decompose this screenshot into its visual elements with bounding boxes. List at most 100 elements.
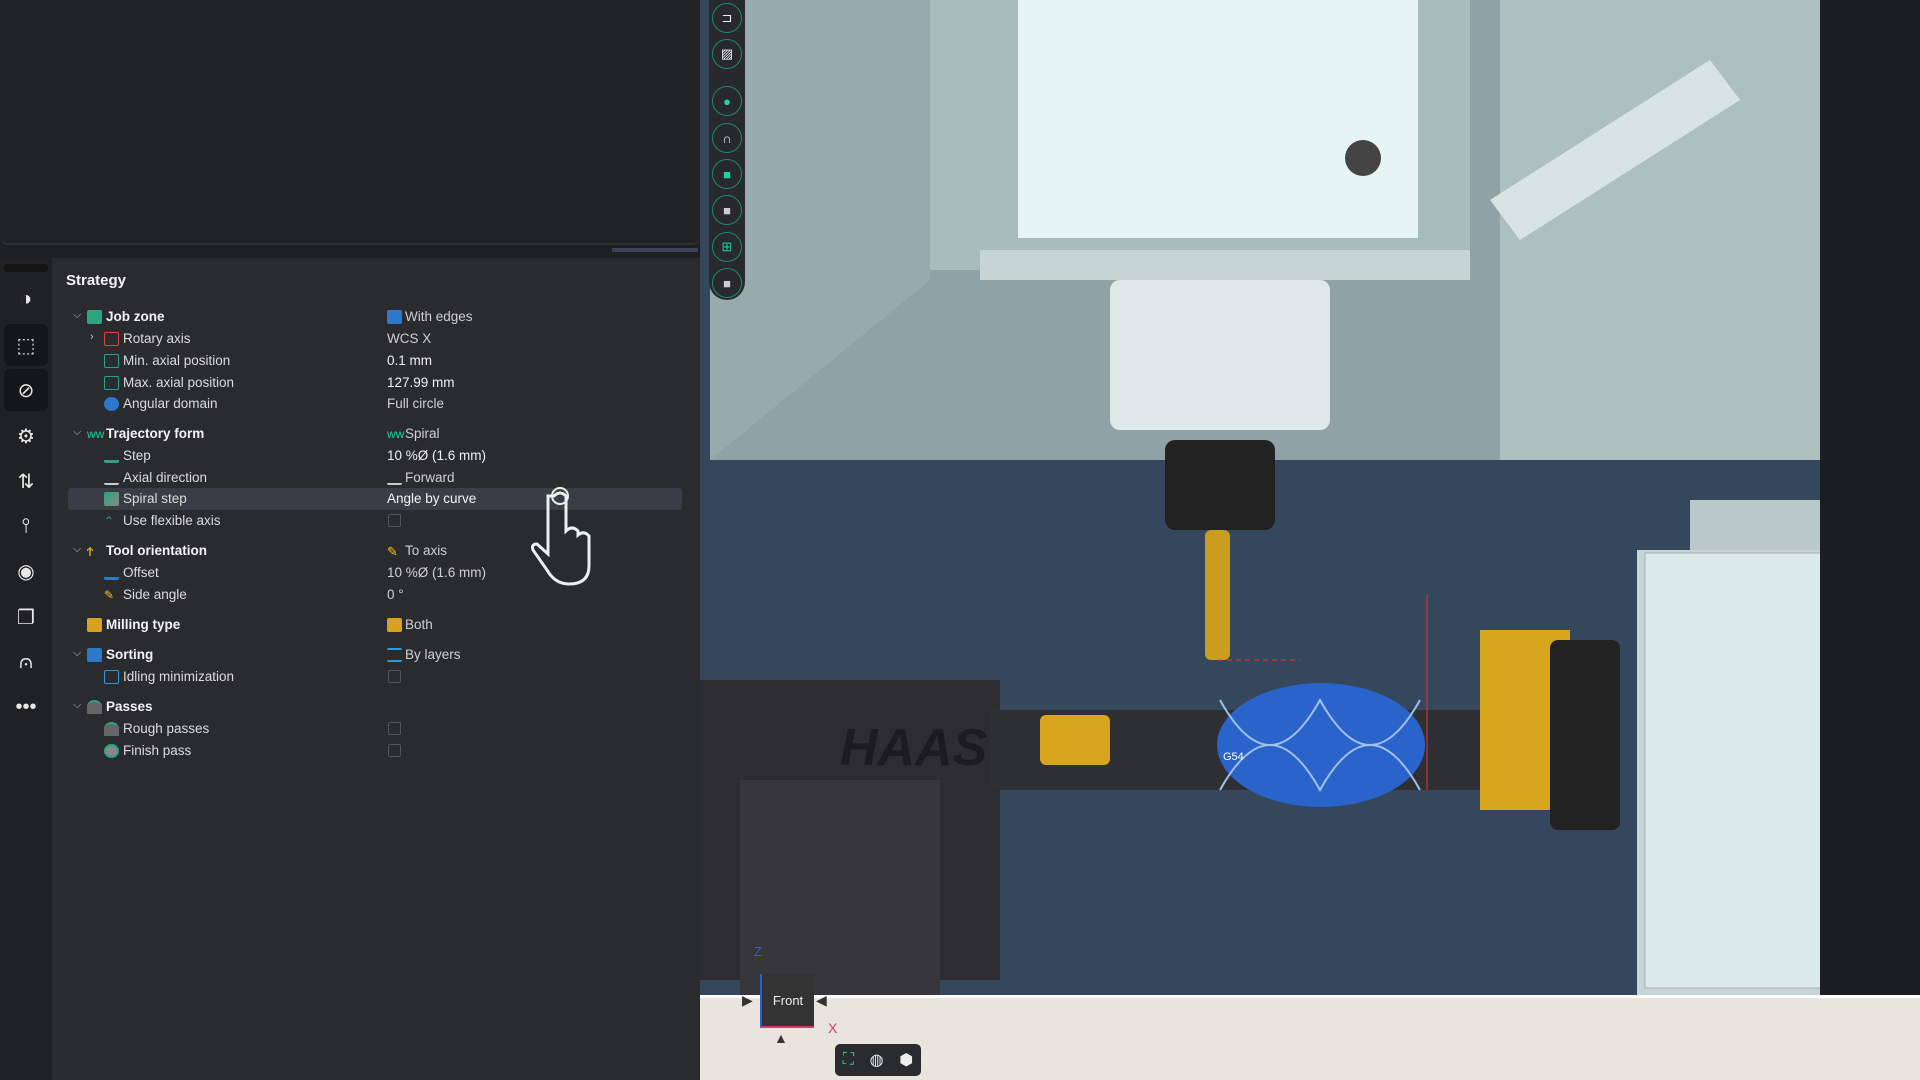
angular-domain-icon bbox=[104, 397, 119, 411]
row-value[interactable]: Forward bbox=[405, 470, 455, 485]
links-icon[interactable]: ⇅ bbox=[4, 460, 48, 502]
row-value[interactable]: 10 %Ø (1.6 mm) bbox=[387, 448, 486, 463]
panel-title: Strategy bbox=[66, 272, 126, 289]
row-trajectory-form[interactable]: ⌵ᴡᴡTrajectory formᴡᴡSpiral bbox=[68, 423, 682, 445]
min-axial-icon bbox=[104, 354, 119, 368]
row-label: Trajectory form bbox=[106, 426, 204, 441]
row-value[interactable]: To axis bbox=[405, 543, 447, 558]
surface-filled-icon[interactable]: ■ bbox=[712, 159, 742, 189]
tool-icon[interactable]: ⫯ bbox=[4, 505, 48, 547]
row-label: Tool orientation bbox=[106, 543, 207, 558]
view-cube-label: Front bbox=[773, 993, 803, 1008]
view-cube[interactable]: Front bbox=[760, 974, 814, 1028]
spiral-icon: ᴡᴡ bbox=[87, 427, 102, 441]
row-label: Use flexible axis bbox=[123, 513, 221, 528]
settings-icon[interactable]: ⚙ bbox=[4, 415, 48, 457]
perspective-icon[interactable]: ◍ bbox=[870, 1050, 884, 1070]
row-value[interactable]: 127.99 mm bbox=[387, 375, 455, 390]
sorting-icon bbox=[87, 648, 102, 662]
row-min-axial[interactable]: Min. axial position0.1 mm bbox=[68, 350, 682, 372]
row-milling-type[interactable]: Milling typeBoth bbox=[68, 614, 682, 636]
solid-icon[interactable]: ■ bbox=[712, 268, 742, 298]
point-icon[interactable]: ● bbox=[712, 86, 742, 116]
row-value[interactable]: Full circle bbox=[387, 396, 444, 411]
passes-icon bbox=[87, 700, 102, 714]
idling-minimization-checkbox[interactable] bbox=[388, 670, 401, 683]
row-label: Step bbox=[123, 448, 151, 463]
origin-label: G54 bbox=[1223, 751, 1244, 763]
left-toolbar: ◑ ⬚ ⊘ ⚙ ⇅ ⫯ ◉ ❐ ⩀ ••• bbox=[0, 258, 52, 1080]
toolbar-grip[interactable] bbox=[4, 264, 48, 272]
rotate-left-arrow[interactable]: ▶ bbox=[742, 992, 753, 1009]
strategy-icon[interactable]: ⊘ bbox=[4, 369, 48, 411]
chevron-down-icon[interactable]: ⌵ bbox=[73, 647, 81, 660]
row-step[interactable]: Step 10 %Ø (1.6 mm) bbox=[68, 445, 682, 467]
row-rough-passes[interactable]: Rough passes bbox=[68, 718, 682, 740]
surface-shaded-icon[interactable]: ■ bbox=[712, 195, 742, 225]
row-label: Sorting bbox=[106, 647, 153, 662]
rotate-down-arrow[interactable]: ▲ bbox=[774, 1030, 788, 1046]
row-value[interactable]: WCS X bbox=[387, 331, 431, 346]
rotary-axis-icon bbox=[104, 332, 119, 346]
job-zone-icon[interactable]: ⬚ bbox=[4, 324, 48, 366]
machine-logo: HAAS bbox=[840, 719, 988, 777]
side-angle-icon: ✎ bbox=[104, 588, 119, 602]
rough-passes-checkbox[interactable] bbox=[388, 722, 401, 735]
hatch-icon[interactable]: ▨ bbox=[712, 39, 742, 69]
row-side-angle[interactable]: ✎Side angle0 ° bbox=[68, 584, 682, 606]
row-job-zone[interactable]: ⌵Job zoneWith edges bbox=[68, 306, 682, 328]
row-value[interactable]: Angle by curve bbox=[387, 491, 476, 506]
holder-icon[interactable]: ⩀ bbox=[4, 641, 48, 683]
row-rotary-axis[interactable]: ›Rotary axisWCS X bbox=[68, 328, 682, 350]
row-value[interactable]: 0 ° bbox=[387, 587, 404, 602]
finish-pass-checkbox[interactable] bbox=[388, 744, 401, 757]
feeds-icon[interactable]: ◉ bbox=[4, 550, 48, 592]
chevron-down-icon[interactable]: ⌵ bbox=[73, 699, 81, 712]
spiral-icon: ᴡᴡ bbox=[387, 427, 402, 441]
curve-icon[interactable]: ∩ bbox=[712, 123, 742, 153]
max-axial-icon bbox=[104, 376, 119, 390]
row-value[interactable]: Both bbox=[405, 617, 433, 632]
row-label: Angular domain bbox=[123, 396, 218, 411]
row-value[interactable]: With edges bbox=[405, 309, 473, 324]
forward-icon bbox=[387, 471, 402, 485]
row-finish-pass[interactable]: Finish pass bbox=[68, 740, 682, 762]
offset-icon bbox=[104, 566, 119, 580]
simulation-icon[interactable]: ⊐ bbox=[712, 3, 742, 33]
idling-icon bbox=[104, 670, 119, 684]
chevron-down-icon[interactable]: ⌵ bbox=[73, 426, 81, 439]
fit-view-icon[interactable]: ⛶ bbox=[843, 1051, 854, 1069]
row-max-axial[interactable]: Max. axial position127.99 mm bbox=[68, 372, 682, 394]
row-value[interactable]: 10 %Ø (1.6 mm) bbox=[387, 565, 486, 580]
rotate-right-arrow[interactable]: ◀ bbox=[816, 992, 827, 1009]
row-passes[interactable]: ⌵Passes bbox=[68, 696, 682, 718]
row-value[interactable]: 0.1 mm bbox=[387, 353, 432, 368]
surface-grid-icon[interactable]: ⊞ bbox=[712, 232, 742, 262]
rough-passes-icon bbox=[104, 722, 119, 736]
row-idling-minimization[interactable]: Idling minimization bbox=[68, 666, 682, 688]
axis-x-label: X bbox=[828, 1020, 837, 1036]
panel-splitter[interactable] bbox=[612, 248, 698, 252]
row-value[interactable]: By layers bbox=[405, 647, 461, 662]
chevron-down-icon[interactable]: ⌵ bbox=[73, 309, 81, 322]
axis-z-label: Z bbox=[754, 944, 762, 959]
both-icon bbox=[387, 618, 402, 632]
transform-icon[interactable]: ❐ bbox=[4, 596, 48, 638]
row-angular-domain[interactable]: Angular domain Full circle bbox=[68, 393, 682, 415]
to-axis-icon: ✎ bbox=[387, 544, 402, 558]
by-layers-icon bbox=[387, 648, 402, 662]
3d-viewport[interactable]: G54 HAAS bbox=[700, 0, 1920, 1080]
section-view-icon[interactable]: ⬢ bbox=[899, 1050, 913, 1070]
tool-orientation-icon: Ϯ bbox=[87, 544, 102, 558]
stock-icon[interactable]: ◑ bbox=[4, 278, 48, 320]
row-sorting[interactable]: ⌵ Sorting By layers bbox=[68, 644, 682, 666]
top-panel bbox=[0, 0, 700, 245]
job-zone-icon bbox=[87, 310, 102, 324]
chevron-right-icon[interactable]: › bbox=[90, 331, 94, 343]
row-label: Rough passes bbox=[123, 721, 209, 736]
row-label: Finish pass bbox=[123, 743, 191, 758]
row-value[interactable]: Spiral bbox=[405, 426, 440, 441]
chevron-down-icon[interactable]: ⌵ bbox=[73, 543, 81, 556]
use-flexible-axis-checkbox[interactable] bbox=[388, 514, 401, 527]
more-icon[interactable]: ••• bbox=[4, 686, 48, 728]
